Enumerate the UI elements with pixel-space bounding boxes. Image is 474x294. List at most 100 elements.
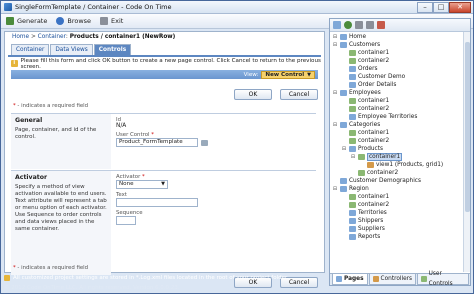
general-description: Page, container, and id of the control. (15, 127, 97, 140)
minimize-button[interactable]: – (417, 1, 433, 13)
controllers-icon (372, 276, 379, 282)
page-icon (340, 122, 347, 128)
tree-node[interactable]: ⊟ Categories (332, 121, 470, 129)
tree-node[interactable]: container2 (332, 169, 470, 177)
activator-select[interactable]: None ▼ (116, 180, 168, 189)
tab-pages[interactable]: Pages (332, 274, 368, 285)
tree-node[interactable]: ⊟ container1 (332, 153, 470, 161)
sequence-field[interactable] (116, 216, 136, 225)
info-icon: i (11, 60, 18, 67)
exit-button[interactable]: Exit (100, 17, 123, 25)
view-selected-value: New Control (265, 71, 305, 78)
tree-node[interactable]: Customer Demographics (332, 177, 470, 185)
browse-label: Browse (67, 17, 92, 25)
breadcrumb: Home > Container: Products / container1 … (5, 32, 324, 43)
tree-node-label: Suppliers (358, 226, 385, 232)
tree-node-label: Reports (358, 234, 381, 240)
page-icon (340, 34, 347, 40)
tree-node-label: container2 (367, 170, 399, 176)
container-icon (358, 154, 365, 160)
tree-node[interactable]: Suppliers (332, 225, 470, 233)
sequence-label: Sequence (116, 210, 143, 216)
tree-node-label: Region (349, 186, 369, 192)
tree-node-label: container2 (358, 202, 390, 208)
page-icon (349, 210, 356, 216)
tree-node[interactable]: Orders (332, 65, 470, 73)
page-icon (340, 186, 347, 192)
tree-node[interactable]: Territories (332, 209, 470, 217)
expand-toggle-icon[interactable]: ⊟ (350, 153, 356, 161)
expand-toggle-icon[interactable]: ⊟ (341, 145, 347, 153)
tree-node[interactable]: Order Details (332, 81, 470, 89)
browse-button[interactable]: Browse (56, 17, 91, 25)
tree-node[interactable]: container1 (332, 129, 470, 137)
user-control-field[interactable]: Product_FormTemplate (116, 138, 198, 147)
tree-node[interactable]: ⊟ Employees (332, 89, 470, 97)
move-up-icon[interactable] (355, 21, 363, 29)
breadcrumb-home-link[interactable]: Home (12, 34, 29, 40)
page-icon (349, 234, 356, 240)
expand-toggle-icon[interactable]: ⊟ (332, 33, 338, 41)
tree-node[interactable]: container2 (332, 105, 470, 113)
pages-icon (336, 276, 342, 282)
tree-node-label: Order Details (358, 82, 397, 88)
tree-node[interactable]: Reports (332, 233, 470, 241)
app-icon (4, 3, 12, 11)
container-icon (349, 98, 356, 104)
tree-node[interactable]: view1 (Products, grid1) (332, 161, 470, 169)
tab-controllers[interactable]: Controllers (368, 274, 417, 285)
activator-label-text: Activator (116, 174, 141, 180)
move-down-icon[interactable] (366, 21, 374, 29)
breadcrumb-container-link[interactable]: Container (38, 34, 66, 40)
generate-button[interactable]: Generate (6, 17, 47, 25)
page-icon (340, 90, 347, 96)
tree-scrollbar[interactable] (463, 32, 470, 272)
scrollbar-thumb[interactable] (465, 42, 470, 212)
expand-toggle-icon[interactable]: ⊟ (332, 89, 338, 97)
tree-node-label: container2 (358, 106, 390, 112)
view-label: View: (243, 71, 259, 78)
edit-icon[interactable] (201, 139, 208, 146)
tree-node[interactable]: container1 (332, 97, 470, 105)
tree-node-label: container1 (358, 98, 390, 104)
new-page-icon[interactable] (333, 21, 341, 29)
tree-node[interactable]: container2 (332, 201, 470, 209)
page-icon (349, 146, 356, 152)
view-selector[interactable]: New Control ▼ (261, 70, 315, 79)
text-field[interactable] (116, 198, 198, 207)
tree-node[interactable]: container2 (332, 57, 470, 65)
tab-container[interactable]: Container (11, 44, 50, 55)
tree-node-label: container1 (367, 153, 403, 161)
tab-user-controls-label: User Controls (428, 271, 453, 287)
tree-node-label: Customers (349, 42, 381, 48)
delete-icon[interactable] (377, 21, 385, 29)
tab-data-views[interactable]: Data Views (50, 44, 93, 55)
refresh-icon[interactable] (344, 21, 352, 29)
page-icon (340, 178, 347, 184)
cancel-button-top[interactable]: Cancel (280, 89, 318, 100)
container-icon (349, 130, 356, 136)
window-title: SingleFormTemplate / Container - Code On… (15, 3, 172, 11)
expand-toggle-icon[interactable]: ⊟ (332, 121, 338, 129)
tab-controls[interactable]: Controls (93, 44, 132, 55)
tree-node[interactable]: Employee Territories (332, 113, 470, 121)
tree-node[interactable]: container1 (332, 49, 470, 57)
close-button[interactable]: ✕ (449, 1, 471, 13)
tree-node[interactable]: container1 (332, 193, 470, 201)
tree-node[interactable]: ⊟ Customers (332, 41, 470, 49)
exit-label: Exit (111, 17, 124, 25)
tree-node[interactable]: Customer Demo (332, 73, 470, 81)
tree-node[interactable]: container2 (332, 137, 470, 145)
page-icon (349, 82, 356, 88)
tree-node-label: Products (358, 146, 384, 152)
maximize-button[interactable]: □ (433, 1, 449, 13)
tree-node[interactable]: ⊟ Products (332, 145, 470, 153)
tree-node[interactable]: ⊟ Home (332, 33, 470, 41)
tree-node[interactable]: Shippers (332, 217, 470, 225)
tree-node[interactable]: ⊟ Region (332, 185, 470, 193)
expand-toggle-icon[interactable]: ⊟ (332, 185, 338, 193)
ok-button-top[interactable]: OK (234, 89, 272, 100)
expand-toggle-icon[interactable]: ⊟ (332, 41, 338, 49)
chevron-down-icon: ▼ (307, 71, 311, 78)
tab-user-controls[interactable]: User Controls (417, 271, 469, 287)
